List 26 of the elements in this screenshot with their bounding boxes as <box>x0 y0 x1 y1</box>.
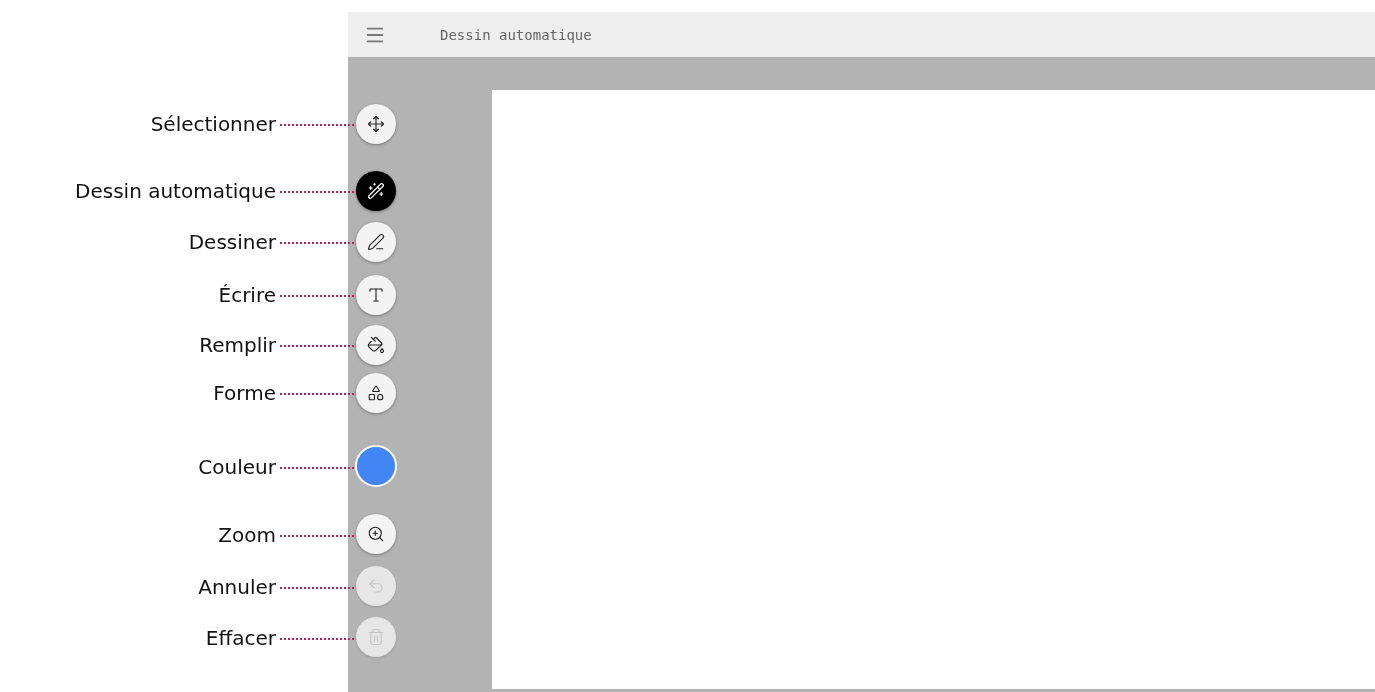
callout-label: Dessin automatique <box>75 179 276 203</box>
tool-button[interactable] <box>356 104 396 144</box>
callout-label: Dessiner <box>188 230 276 254</box>
callout-label: Effacer <box>205 626 276 650</box>
callout-label: Écrire <box>218 283 276 307</box>
color-swatch[interactable] <box>355 445 397 487</box>
trash-icon <box>367 628 385 646</box>
callout-label: Annuler <box>198 575 276 599</box>
tool-button[interactable] <box>356 171 396 211</box>
zoom-in-icon <box>367 525 385 543</box>
callout-label: Zoom <box>218 523 276 547</box>
tool-button[interactable] <box>356 325 396 365</box>
callout-label: Couleur <box>198 455 276 479</box>
tool-button[interactable] <box>356 222 396 262</box>
move-icon <box>367 115 385 133</box>
callout-label: Remplir <box>199 333 276 357</box>
app-title: Dessin automatique <box>440 26 592 43</box>
pen-icon <box>367 233 385 251</box>
text-icon <box>367 286 385 304</box>
callout-label: Sélectionner <box>150 112 276 136</box>
tool-button[interactable] <box>356 514 396 554</box>
undo-icon <box>367 577 385 595</box>
callout-label: Forme <box>213 381 276 405</box>
paint-bucket-icon <box>367 336 385 354</box>
tool-button[interactable] <box>356 373 396 413</box>
shapes-icon <box>367 384 385 402</box>
